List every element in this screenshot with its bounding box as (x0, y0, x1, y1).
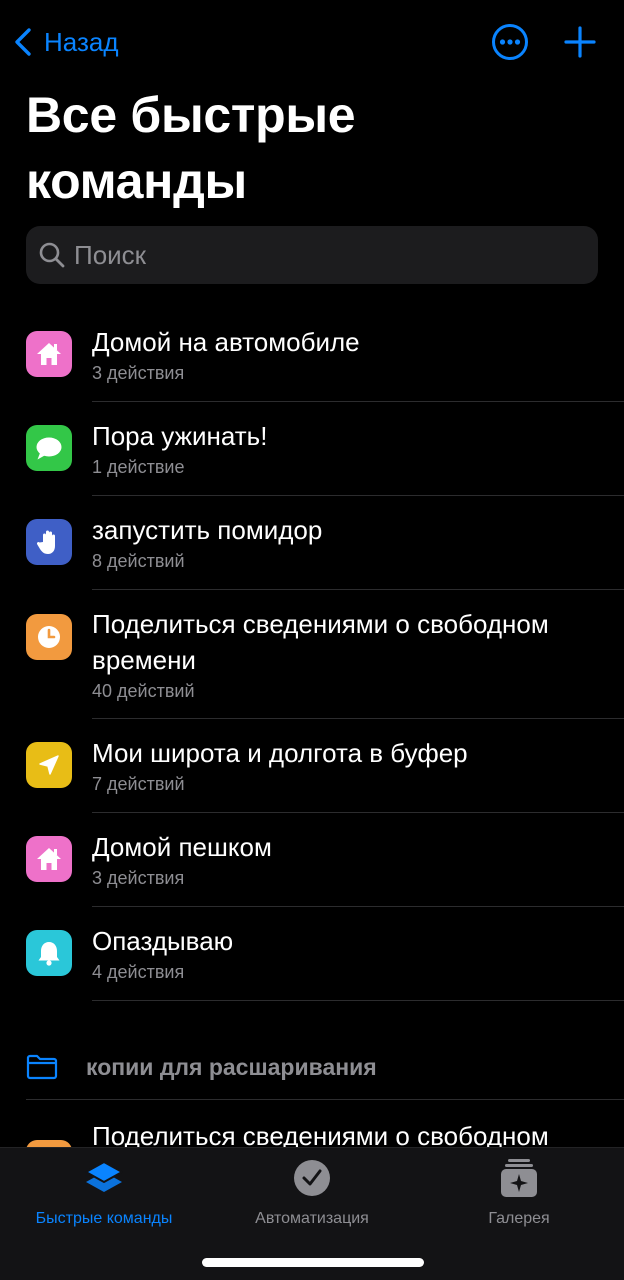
tab-label: Галерея (488, 1210, 550, 1227)
shortcut-name: Домой на автомобиле (92, 327, 360, 357)
shortcut-action-count: 40 действий (92, 681, 195, 701)
shortcut-row[interactable]: Домой на автомобиле 3 действия (0, 308, 624, 402)
back-label: Назад (44, 26, 119, 57)
search-input[interactable] (74, 239, 574, 271)
shortcut-action-count: 3 действия (92, 363, 185, 383)
shortcut-name: Мои широта и долгота в буфер (92, 738, 468, 768)
clock-check-icon (294, 1160, 330, 1196)
plus-icon (564, 26, 596, 58)
shortcut-row[interactable]: Опаздываю 4 действия (0, 907, 624, 1001)
search-icon (39, 242, 65, 268)
shortcut-row[interactable]: Мои широта и долгота в буфер 7 действий (0, 719, 624, 813)
shortcut-name: Поделиться сведениями о свободном (92, 1121, 549, 1148)
tab-gallery[interactable]: Галерея (460, 1156, 578, 1232)
shortcut-action-count: 8 действий (92, 551, 185, 571)
shortcut-action-count: 3 действия (92, 868, 185, 888)
back-button[interactable]: Назад (12, 22, 119, 62)
chevron-left-icon (15, 28, 31, 56)
home-indicator[interactable] (202, 1258, 424, 1267)
shortcut-name: запустить помидор (92, 515, 323, 545)
folder-header[interactable]: копии для расшаривания (0, 1040, 624, 1100)
shortcut-name: Пора ужинать! (92, 421, 268, 451)
location-arrow-icon (26, 742, 72, 788)
layers-icon (85, 1161, 123, 1192)
tab-label: Быстрые команды (35, 1210, 173, 1227)
add-shortcut-button[interactable] (560, 22, 600, 62)
shortcut-row[interactable]: Поделиться сведениями о свободном (0, 1100, 624, 1148)
shortcut-name: Поделиться сведениями о свободном времен… (92, 609, 549, 675)
search-bar[interactable] (26, 226, 598, 284)
page-title: Все быстрые команды (26, 87, 356, 209)
shortcut-row[interactable]: Домой пешком 3 действия (0, 813, 624, 907)
shortcut-action-count: 7 действий (92, 774, 185, 794)
clock-icon (26, 614, 72, 660)
shortcut-name: Опаздываю (92, 926, 234, 956)
gallery-sparkle-icon (501, 1159, 537, 1197)
shortcut-row[interactable]: Поделиться сведениями о свободном времен… (0, 590, 624, 719)
house-icon (26, 836, 72, 882)
shortcut-action-count: 1 действие (92, 457, 185, 477)
shortcut-name: Домой пешком (92, 832, 272, 862)
navigation-bar: Назад (0, 0, 624, 84)
folder-icon (26, 1054, 58, 1080)
shortcut-row[interactable]: Пора ужинать! 1 действие (0, 402, 624, 496)
bell-icon (26, 930, 72, 976)
ellipsis-circle-icon (492, 24, 528, 60)
shortcut-row[interactable]: запустить помидор 8 действий (0, 496, 624, 590)
more-options-button[interactable] (490, 22, 530, 62)
hand-icon (26, 519, 72, 565)
tab-shortcuts[interactable]: Быстрые команды (22, 1156, 186, 1232)
divider (92, 1000, 624, 1001)
house-icon (26, 331, 72, 377)
shortcuts-list: Домой на автомобиле 3 действия Пора ужин… (0, 308, 624, 1001)
folder-label: копии для расшаривания (86, 1054, 377, 1080)
message-bubble-icon (26, 425, 72, 471)
shortcut-action-count: 4 действия (92, 962, 185, 982)
tab-label: Автоматизация (255, 1210, 369, 1227)
tab-automation[interactable]: Автоматизация (232, 1156, 392, 1232)
